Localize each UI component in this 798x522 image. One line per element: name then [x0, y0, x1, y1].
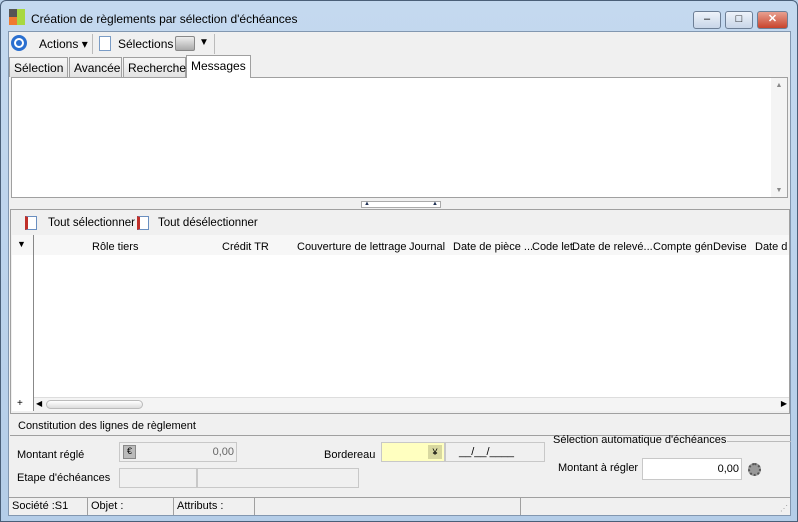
- data-grid[interactable]: ▼ Rôle tiers Crédit TR Couverture de let…: [12, 235, 789, 411]
- resize-grip-icon[interactable]: ⋰: [780, 504, 788, 513]
- divider: [214, 34, 215, 54]
- tab-recherche[interactable]: Recherche: [123, 57, 186, 77]
- row-header-divider: [33, 235, 34, 411]
- bordereau-label: Bordereau: [324, 449, 376, 461]
- document-icon: [99, 36, 111, 51]
- grid-header: ▼ Rôle tiers Crédit TR Couverture de let…: [12, 235, 789, 411]
- status-bar: Société :S1 Objet : Attributs : ⋰: [9, 497, 790, 515]
- scroll-right-icon[interactable]: ▶: [781, 399, 787, 408]
- calculator-gear-icon[interactable]: [748, 463, 761, 476]
- column-header[interactable]: Journal: [409, 241, 445, 253]
- window-title: Création de règlements par sélection d'é…: [31, 12, 298, 26]
- select-all-button[interactable]: Tout sélectionner: [48, 217, 135, 229]
- splitter-handle[interactable]: ▲ ▲: [361, 201, 441, 208]
- actions-menu[interactable]: Actions ▾: [39, 37, 88, 51]
- deselect-all-button[interactable]: Tout désélectionner: [158, 217, 258, 229]
- status-societe: Société :S1: [9, 498, 88, 515]
- column-header[interactable]: Devise: [713, 241, 747, 253]
- column-header[interactable]: Rôle tiers: [92, 241, 138, 253]
- scroll-thumb[interactable]: [46, 400, 143, 409]
- printer-icon[interactable]: [175, 36, 195, 51]
- column-header[interactable]: Couverture de lettrage: [297, 241, 406, 253]
- divider: [727, 441, 791, 442]
- column-header[interactable]: Compte gén: [653, 241, 713, 253]
- tab-messages[interactable]: Messages: [186, 55, 251, 78]
- vertical-scrollbar[interactable]: ▲ ▼: [771, 78, 787, 197]
- montant-regle-value: 0,00: [212, 446, 234, 458]
- client-area: Actions ▾ Sélections ▼ Sélection Avancée…: [8, 31, 791, 516]
- print-dropdown-icon[interactable]: ▼: [199, 37, 209, 48]
- app-icon: [9, 9, 25, 25]
- column-header[interactable]: Date de relevé...: [572, 241, 653, 253]
- column-header[interactable]: Crédit TR: [222, 241, 269, 253]
- actions-label: Actions: [39, 37, 79, 51]
- close-button[interactable]: ✕: [757, 11, 788, 29]
- dropdown-icon[interactable]: ¥: [428, 445, 442, 459]
- etape-name-field: [197, 468, 359, 488]
- messages-pane[interactable]: ▲ ▼: [11, 77, 788, 198]
- bordereau-date-field: __/__/____: [445, 442, 545, 462]
- montant-a-regler-value: 0,00: [717, 463, 739, 475]
- montant-regle-field: € 0,00: [119, 442, 237, 462]
- minimize-button[interactable]: –: [693, 11, 721, 29]
- target-icon[interactable]: [11, 35, 27, 51]
- auto-selection-group-label: Sélection automatique d'échéances: [553, 434, 727, 446]
- add-row-icon[interactable]: +: [17, 398, 23, 409]
- column-header[interactable]: Date d: [755, 241, 789, 253]
- column-header[interactable]: Date de pièce ...: [453, 241, 533, 253]
- section-label: Constitution des lignes de règlement: [18, 420, 196, 432]
- divider: [92, 34, 93, 54]
- column-header[interactable]: Code let: [532, 241, 573, 253]
- application-window: Création de règlements par sélection d'é…: [0, 0, 798, 522]
- selections-button[interactable]: Sélections: [118, 37, 173, 51]
- bordereau-date: __/__/____: [459, 446, 515, 458]
- select-all-icon: [25, 216, 37, 230]
- deselect-all-icon: [137, 216, 149, 230]
- euro-icon: €: [123, 445, 136, 459]
- montant-a-regler-input[interactable]: 0,00: [642, 458, 742, 480]
- tab-selection[interactable]: Sélection: [9, 57, 68, 77]
- tab-avancee[interactable]: Avancée: [69, 57, 122, 77]
- grid-panel: Tout sélectionner Tout désélectionner ▼ …: [10, 209, 790, 414]
- maximize-button[interactable]: □: [725, 11, 753, 29]
- montant-a-regler-label: Montant à régler: [558, 462, 639, 474]
- bordereau-input[interactable]: ¥: [381, 442, 445, 462]
- status-panel: [255, 498, 521, 515]
- etape-code-field: [119, 468, 197, 488]
- column-chooser-icon[interactable]: ▼: [17, 239, 26, 249]
- montant-regle-label: Montant réglé: [17, 449, 85, 461]
- status-objet: Objet :: [88, 498, 174, 515]
- horizontal-scrollbar[interactable]: + ◀ ▶: [17, 397, 789, 411]
- etape-label: Etape d'échéances: [17, 472, 111, 484]
- status-attributs: Attributs :: [174, 498, 255, 515]
- scroll-left-icon[interactable]: ◀: [36, 399, 42, 408]
